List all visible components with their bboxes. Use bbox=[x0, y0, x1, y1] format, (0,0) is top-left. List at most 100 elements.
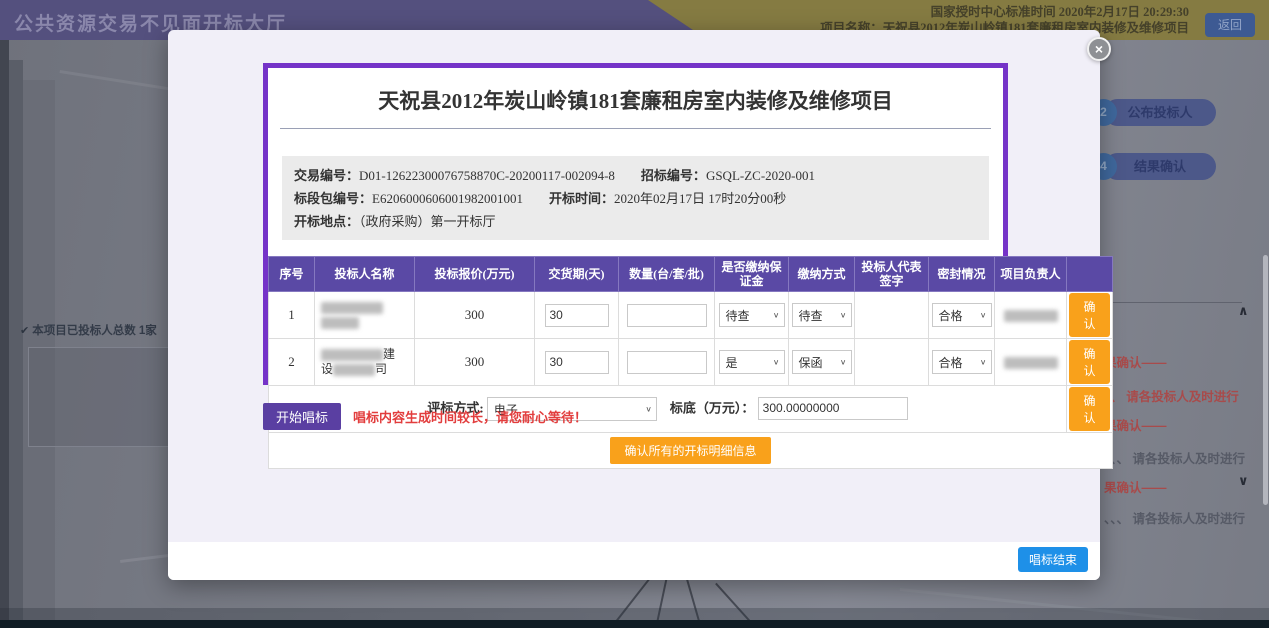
table-row: 2建设司300是∨保函∨合格∨确认 bbox=[269, 339, 1113, 386]
project-title: 天祝县2012年炭山岭镇181套廉租房室内装修及维修项目 bbox=[268, 86, 1003, 116]
chevron-down-icon: ∨ bbox=[773, 357, 780, 366]
pay-method-cell: 保函 ∨ bbox=[789, 339, 855, 386]
dropdown-value: 保函 bbox=[799, 354, 823, 371]
trade-info-item: 交易编号：D01-12622300076758870C-20200117-002… bbox=[294, 168, 615, 183]
name-line: 设司 bbox=[321, 362, 412, 377]
redacted-text bbox=[333, 364, 375, 376]
project-manager-cell bbox=[995, 339, 1067, 386]
confirm-row-button[interactable]: 确认 bbox=[1069, 293, 1110, 337]
column-header: 投标报价(万元) bbox=[415, 257, 535, 292]
bidders-table: 序号投标人名称投标报价(万元)交货期(天)数量(台/套/批)是否缴纳保证金缴纳方… bbox=[268, 256, 1113, 469]
bid-opening-dialog: 天祝县2012年炭山岭镇181套廉租房室内装修及维修项目 交易编号：D01-12… bbox=[168, 30, 1100, 580]
table-row: 1300待查∨待查∨合格∨确认 bbox=[269, 292, 1113, 339]
column-header: 数量(台/套/批) bbox=[619, 257, 715, 292]
name-line bbox=[321, 315, 412, 330]
scroll-down-icon[interactable]: ∨ bbox=[1238, 473, 1249, 489]
dropdown[interactable]: 待查 ∨ bbox=[792, 303, 852, 327]
project-manager-cell bbox=[995, 292, 1067, 339]
trade-info-item: 开标时间：2020年02月17日 17时20分00秒 bbox=[549, 191, 786, 206]
delivery-input[interactable] bbox=[545, 351, 609, 374]
trade-info-label: 招标编号： bbox=[641, 168, 706, 183]
trade-info-value: GSQL-ZC-2020-001 bbox=[706, 168, 815, 183]
bid-opening-hall-app: 公共资源交易不见面开标大厅 国家授时中心标准时间 2020年2月17日 20:2… bbox=[0, 0, 1269, 628]
chevron-down-icon: ∨ bbox=[840, 310, 847, 319]
trade-info-value: D01-12622300076758870C-20200117-002094-8 bbox=[359, 168, 615, 183]
bidders-table-head-row: 序号投标人名称投标报价(万元)交货期(天)数量(台/套/批)是否缴纳保证金缴纳方… bbox=[269, 257, 1113, 292]
dropdown[interactable]: 是∨ bbox=[719, 350, 785, 374]
trade-info-value: E6206000606001982001001 bbox=[372, 191, 523, 206]
confirm-all-button[interactable]: 确认所有的开标明细信息 bbox=[610, 437, 770, 464]
trade-info-value: （政府采购）第一开标厅 bbox=[359, 214, 496, 229]
scrollbar-thumb[interactable] bbox=[1263, 255, 1268, 505]
trade-info-item: 招标编号：GSQL-ZC-2020-001 bbox=[641, 168, 815, 183]
bid-detail-panel: 天祝县2012年炭山岭镇181套廉租房室内装修及维修项目 交易编号：D01-12… bbox=[263, 63, 1008, 385]
divider bbox=[1102, 302, 1242, 303]
bid-price-cell: 300 bbox=[415, 339, 535, 386]
notice-item: 果确认—— bbox=[1104, 352, 1167, 371]
pay-method-cell: 待查 ∨ bbox=[789, 292, 855, 339]
column-header: 序号 bbox=[269, 257, 315, 292]
name-line bbox=[321, 300, 412, 315]
redacted-text bbox=[321, 317, 359, 329]
quantity-input[interactable] bbox=[627, 304, 707, 327]
bidder-name-cell bbox=[315, 292, 415, 339]
wait-notice-text: 唱标内容生成时间较长，请您耐心等待！ bbox=[353, 407, 587, 426]
notice-item: 、、、 请各投标人及时进行 bbox=[1104, 448, 1245, 467]
dropdown[interactable]: 合格 ∨ bbox=[932, 350, 992, 374]
column-header: 投标人名称 bbox=[315, 257, 415, 292]
signin-count-label: ✔本项目已投标人总数 1家 bbox=[20, 322, 157, 338]
notice-item: 、、 请各投标人及时进行 bbox=[1104, 386, 1239, 405]
trade-info-value: 2020年02月17日 17时20分00秒 bbox=[614, 191, 786, 206]
serial-cell: 1 bbox=[269, 292, 315, 339]
standard-time-text: 国家授时中心标准时间 2020年2月17日 20:29:30 bbox=[820, 4, 1189, 20]
chevron-down-icon: ∨ bbox=[840, 357, 847, 366]
dropdown[interactable]: 合格∨ bbox=[932, 303, 992, 327]
confirm-all-row: 确认所有的开标明细信息 bbox=[269, 433, 1113, 469]
redacted-text bbox=[1004, 357, 1058, 369]
dropdown[interactable]: 保函 ∨ bbox=[792, 350, 852, 374]
publish-bidders-button[interactable]: 2 公布投标人 bbox=[1104, 99, 1216, 126]
delivery-cell bbox=[535, 339, 619, 386]
dropdown-value: 待查 bbox=[799, 307, 823, 324]
chevron-down-icon: ∨ bbox=[980, 357, 987, 366]
notice-item: 果确认—— bbox=[1104, 415, 1167, 434]
column-header: 缴纳方式 bbox=[789, 257, 855, 292]
deposit-cell: 是∨ bbox=[715, 339, 789, 386]
bottom-dark-bar bbox=[0, 620, 1269, 628]
bidder-name-redacted bbox=[317, 300, 412, 330]
delivery-cell bbox=[535, 292, 619, 339]
column-header: 密封情况 bbox=[929, 257, 995, 292]
bidder-name-redacted: 建设司 bbox=[317, 347, 412, 377]
trade-info-label: 开标地点： bbox=[294, 214, 359, 229]
quantity-input[interactable] bbox=[627, 351, 707, 374]
scroll-up-icon[interactable]: ∧ bbox=[1238, 303, 1249, 319]
redacted-text bbox=[321, 302, 383, 314]
confirm-row-button[interactable]: 确认 bbox=[1069, 340, 1110, 384]
close-icon[interactable]: × bbox=[1087, 37, 1111, 61]
base-price-input[interactable] bbox=[758, 397, 908, 420]
rep-sign-cell bbox=[855, 339, 929, 386]
dropdown-value: 合格 bbox=[939, 354, 963, 371]
back-button[interactable]: 返回 bbox=[1205, 13, 1255, 37]
name-line: 建 bbox=[321, 347, 412, 362]
stage-decor bbox=[0, 608, 1269, 620]
bidder-name-cell: 建设司 bbox=[315, 339, 415, 386]
dropdown-value: 待查 bbox=[726, 307, 750, 324]
dropdown-value: 合格 bbox=[939, 307, 963, 324]
column-header: 交货期(天) bbox=[535, 257, 619, 292]
stage-decor bbox=[0, 40, 9, 628]
trade-info-label: 开标时间： bbox=[549, 191, 614, 206]
redacted-text bbox=[321, 349, 383, 361]
dropdown[interactable]: 待查∨ bbox=[719, 303, 785, 327]
result-confirm-button[interactable]: 4 结果确认 bbox=[1104, 153, 1216, 180]
start-roll-call-button[interactable]: 开始唱标 bbox=[263, 403, 341, 430]
trade-info-line2: 标段包编号：E6206000606001982001001开标时间：2020年0… bbox=[294, 187, 977, 233]
redacted-text bbox=[1004, 310, 1058, 322]
confirm-eval-button[interactable]: 确认 bbox=[1069, 387, 1110, 431]
seal-cell: 合格 ∨ bbox=[929, 339, 995, 386]
delivery-input[interactable] bbox=[545, 304, 609, 327]
column-header: 是否缴纳保证金 bbox=[715, 257, 789, 292]
trade-info-box: 交易编号：D01-12622300076758870C-20200117-002… bbox=[282, 156, 989, 240]
column-header bbox=[1067, 257, 1113, 292]
finish-roll-call-button[interactable]: 唱标结束 bbox=[1018, 547, 1088, 572]
